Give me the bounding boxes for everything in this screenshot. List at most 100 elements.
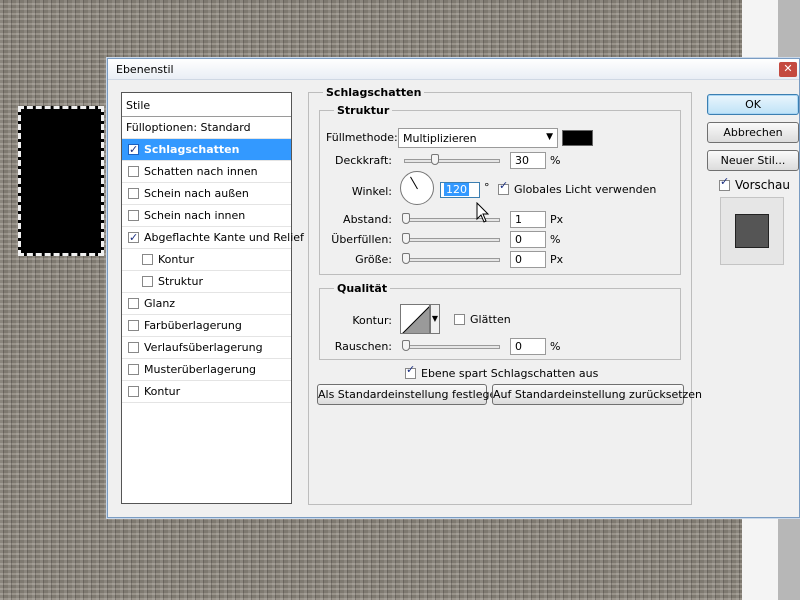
style-list-item[interactable]: Abgeflachte Kante und Relief <box>122 227 304 249</box>
global-light-checkbox[interactable]: Globales Licht verwenden <box>498 179 656 196</box>
spread-label: Überfüllen: <box>331 233 392 246</box>
distance-slider-handle[interactable] <box>402 213 410 224</box>
contour-preview[interactable] <box>400 304 430 334</box>
shadow-color-swatch[interactable] <box>562 130 593 146</box>
style-list-header[interactable]: Stile <box>122 93 291 117</box>
opacity-slider-track[interactable] <box>404 159 500 163</box>
style-item-checkbox[interactable] <box>128 166 139 177</box>
structure-title: Struktur <box>334 104 393 117</box>
contour-dropdown-icon[interactable]: ▼ <box>430 304 440 334</box>
close-icon[interactable]: ✕ <box>779 62 797 77</box>
style-item-label: Kontur <box>158 253 195 266</box>
patch-fill <box>26 116 96 246</box>
style-item-checkbox[interactable] <box>128 227 139 249</box>
style-list-item[interactable]: Schein nach außen <box>122 183 291 205</box>
blend-mode-value: Multiplizieren <box>403 132 477 145</box>
distance-unit: Px <box>550 213 564 226</box>
antialias-check[interactable] <box>454 314 465 325</box>
quality-title: Qualität <box>334 282 391 295</box>
style-item-checkbox[interactable] <box>142 254 153 265</box>
blend-mode-select[interactable]: Multiplizieren ▼ <box>398 128 558 148</box>
make-default-button[interactable]: Als Standardeinstellung festlegen <box>317 384 503 405</box>
opacity-input[interactable]: 30 <box>510 152 546 169</box>
dialog-titlebar[interactable]: Ebenenstil ✕ <box>108 59 799 80</box>
reset-default-button[interactable]: Auf Standardeinstellung zurücksetzen <box>492 384 702 405</box>
spread-slider-handle[interactable] <box>402 233 410 244</box>
style-item-checkbox[interactable] <box>128 210 139 221</box>
style-preview-swatch <box>735 214 769 248</box>
style-item-checkbox[interactable] <box>128 320 139 331</box>
ok-button[interactable]: OK <box>707 94 799 115</box>
angle-dial[interactable] <box>400 171 434 205</box>
noise-unit: % <box>550 340 561 353</box>
cancel-button[interactable]: Abbrechen <box>707 122 799 143</box>
style-item-checkbox[interactable] <box>128 188 139 199</box>
noise-slider-track[interactable] <box>404 345 500 349</box>
contour-label: Kontur: <box>352 314 392 327</box>
style-item-label: Farbüberlagerung <box>144 319 242 332</box>
knockout-check[interactable] <box>405 363 416 379</box>
opacity-slider-handle[interactable] <box>431 154 439 165</box>
spread-slider-track[interactable] <box>404 238 500 242</box>
structure-group: Struktur Füllmethode: Multiplizieren ▼ D… <box>319 104 681 275</box>
angle-input[interactable]: 120 <box>440 182 480 198</box>
noise-slider-handle[interactable] <box>402 340 410 351</box>
size-slider-track[interactable] <box>404 258 500 262</box>
knockout-checkbox[interactable]: Ebene spart Schlagschatten aus <box>405 363 599 380</box>
style-item-checkbox[interactable] <box>128 139 139 161</box>
style-list-item[interactable]: Schlagschatten <box>122 139 291 161</box>
style-item-checkbox[interactable] <box>128 342 139 353</box>
style-list-item[interactable]: Verlaufsüberlagerung <box>122 337 291 359</box>
opacity-label: Deckkraft: <box>335 154 392 167</box>
style-item-checkbox[interactable] <box>128 364 139 375</box>
style-list-item[interactable]: Kontur <box>122 249 291 271</box>
stitched-black-patch <box>18 106 104 256</box>
opacity-unit: % <box>550 154 561 167</box>
preview-label: Vorschau <box>735 178 790 192</box>
style-list: Stile Fülloptionen: Standard Schlagschatt… <box>121 92 304 504</box>
style-list-item[interactable]: Kontur <box>122 381 291 403</box>
quality-group: Qualität Kontur: ▼ Glätten Rauschen: 0 % <box>319 282 681 360</box>
angle-label: Winkel: <box>351 185 392 198</box>
new-style-button[interactable]: Neuer Stil... <box>707 150 799 171</box>
style-item-label: Abgeflachte Kante und Relief <box>144 231 304 244</box>
style-list-item[interactable]: Schein nach innen <box>122 205 291 227</box>
style-item-checkbox[interactable] <box>142 276 153 287</box>
style-list-item[interactable]: Farbüberlagerung <box>122 315 291 337</box>
preview-check[interactable] <box>719 175 730 191</box>
size-input[interactable]: 0 <box>510 251 546 268</box>
antialias-label: Glätten <box>470 313 511 326</box>
style-list-item[interactable]: Musterüberlagerung <box>122 359 291 381</box>
style-item-label: Verlaufsüberlagerung <box>144 341 263 354</box>
style-list-item[interactable]: Schatten nach innen <box>122 161 291 183</box>
size-label: Größe: <box>355 253 392 266</box>
panel-title: Schlagschatten <box>323 86 425 99</box>
angle-value: 120 <box>444 183 469 196</box>
noise-input[interactable]: 0 <box>510 338 546 355</box>
style-item-checkbox[interactable] <box>128 386 139 397</box>
size-unit: Px <box>550 253 564 266</box>
antialias-checkbox[interactable]: Glätten <box>454 313 511 326</box>
mouse-cursor-icon <box>476 202 490 223</box>
distance-input[interactable]: 1 <box>510 211 546 228</box>
style-list-item[interactable]: Struktur <box>122 271 291 293</box>
noise-label: Rauschen: <box>334 340 392 353</box>
angle-unit: ° <box>484 181 490 194</box>
style-list-item[interactable]: Glanz <box>122 293 291 315</box>
style-item-label: Struktur <box>158 275 203 288</box>
dialog-title: Ebenenstil <box>116 63 174 76</box>
knockout-label: Ebene spart Schlagschatten aus <box>421 367 599 380</box>
global-light-check[interactable] <box>498 179 509 195</box>
preview-checkbox[interactable]: Vorschau <box>719 175 790 192</box>
style-item-label: Schein nach innen <box>144 209 246 222</box>
spread-input[interactable]: 0 <box>510 231 546 248</box>
style-item-label: Glanz <box>144 297 176 310</box>
style-item-label: Kontur <box>144 385 181 398</box>
style-preview <box>720 197 784 265</box>
size-slider-handle[interactable] <box>402 253 410 264</box>
style-list-item[interactable]: Fülloptionen: Standard <box>122 117 291 139</box>
distance-label: Abstand: <box>343 213 392 226</box>
style-item-checkbox[interactable] <box>128 298 139 309</box>
angle-indicator <box>410 176 418 190</box>
dropdown-arrow-icon: ▼ <box>546 132 553 142</box>
